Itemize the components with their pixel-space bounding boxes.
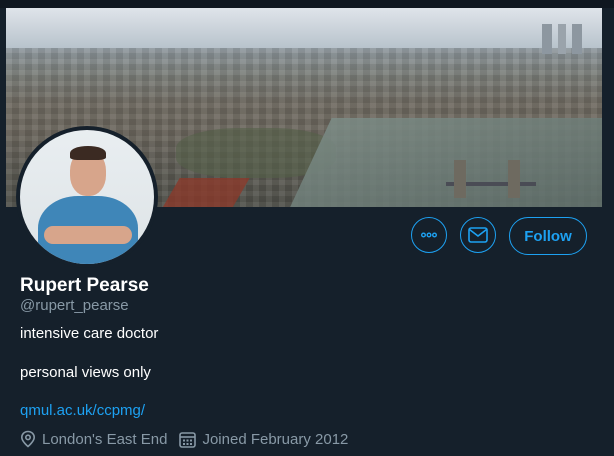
location-item: London's East End xyxy=(20,430,167,448)
joined-text: Joined February 2012 xyxy=(202,430,349,448)
calendar-icon xyxy=(179,431,197,448)
message-button[interactable] xyxy=(460,217,496,253)
more-button[interactable] xyxy=(411,217,447,253)
profile-meta: London's East End Joined February 2012 xyxy=(20,430,360,448)
follow-button[interactable]: Follow xyxy=(509,217,587,255)
more-horizontal-icon xyxy=(421,232,437,238)
tower-bridge-graphic xyxy=(446,158,536,198)
profile-name: Rupert Pearse xyxy=(20,275,149,296)
website-link[interactable]: qmul.ac.uk/ccpmg/ xyxy=(20,402,145,419)
envelope-icon xyxy=(468,227,488,243)
location-text: London's East End xyxy=(42,430,168,448)
avatar[interactable] xyxy=(16,126,158,268)
location-pin-icon xyxy=(20,430,36,448)
joined-item: Joined February 2012 xyxy=(179,431,348,448)
bio-line-1: intensive care doctor xyxy=(20,325,159,342)
profile-handle: @rupert_pearse xyxy=(20,297,129,314)
avatar-photo xyxy=(20,130,154,264)
window-top-bar xyxy=(0,0,614,8)
bio-line-2: personal views only xyxy=(20,364,151,381)
